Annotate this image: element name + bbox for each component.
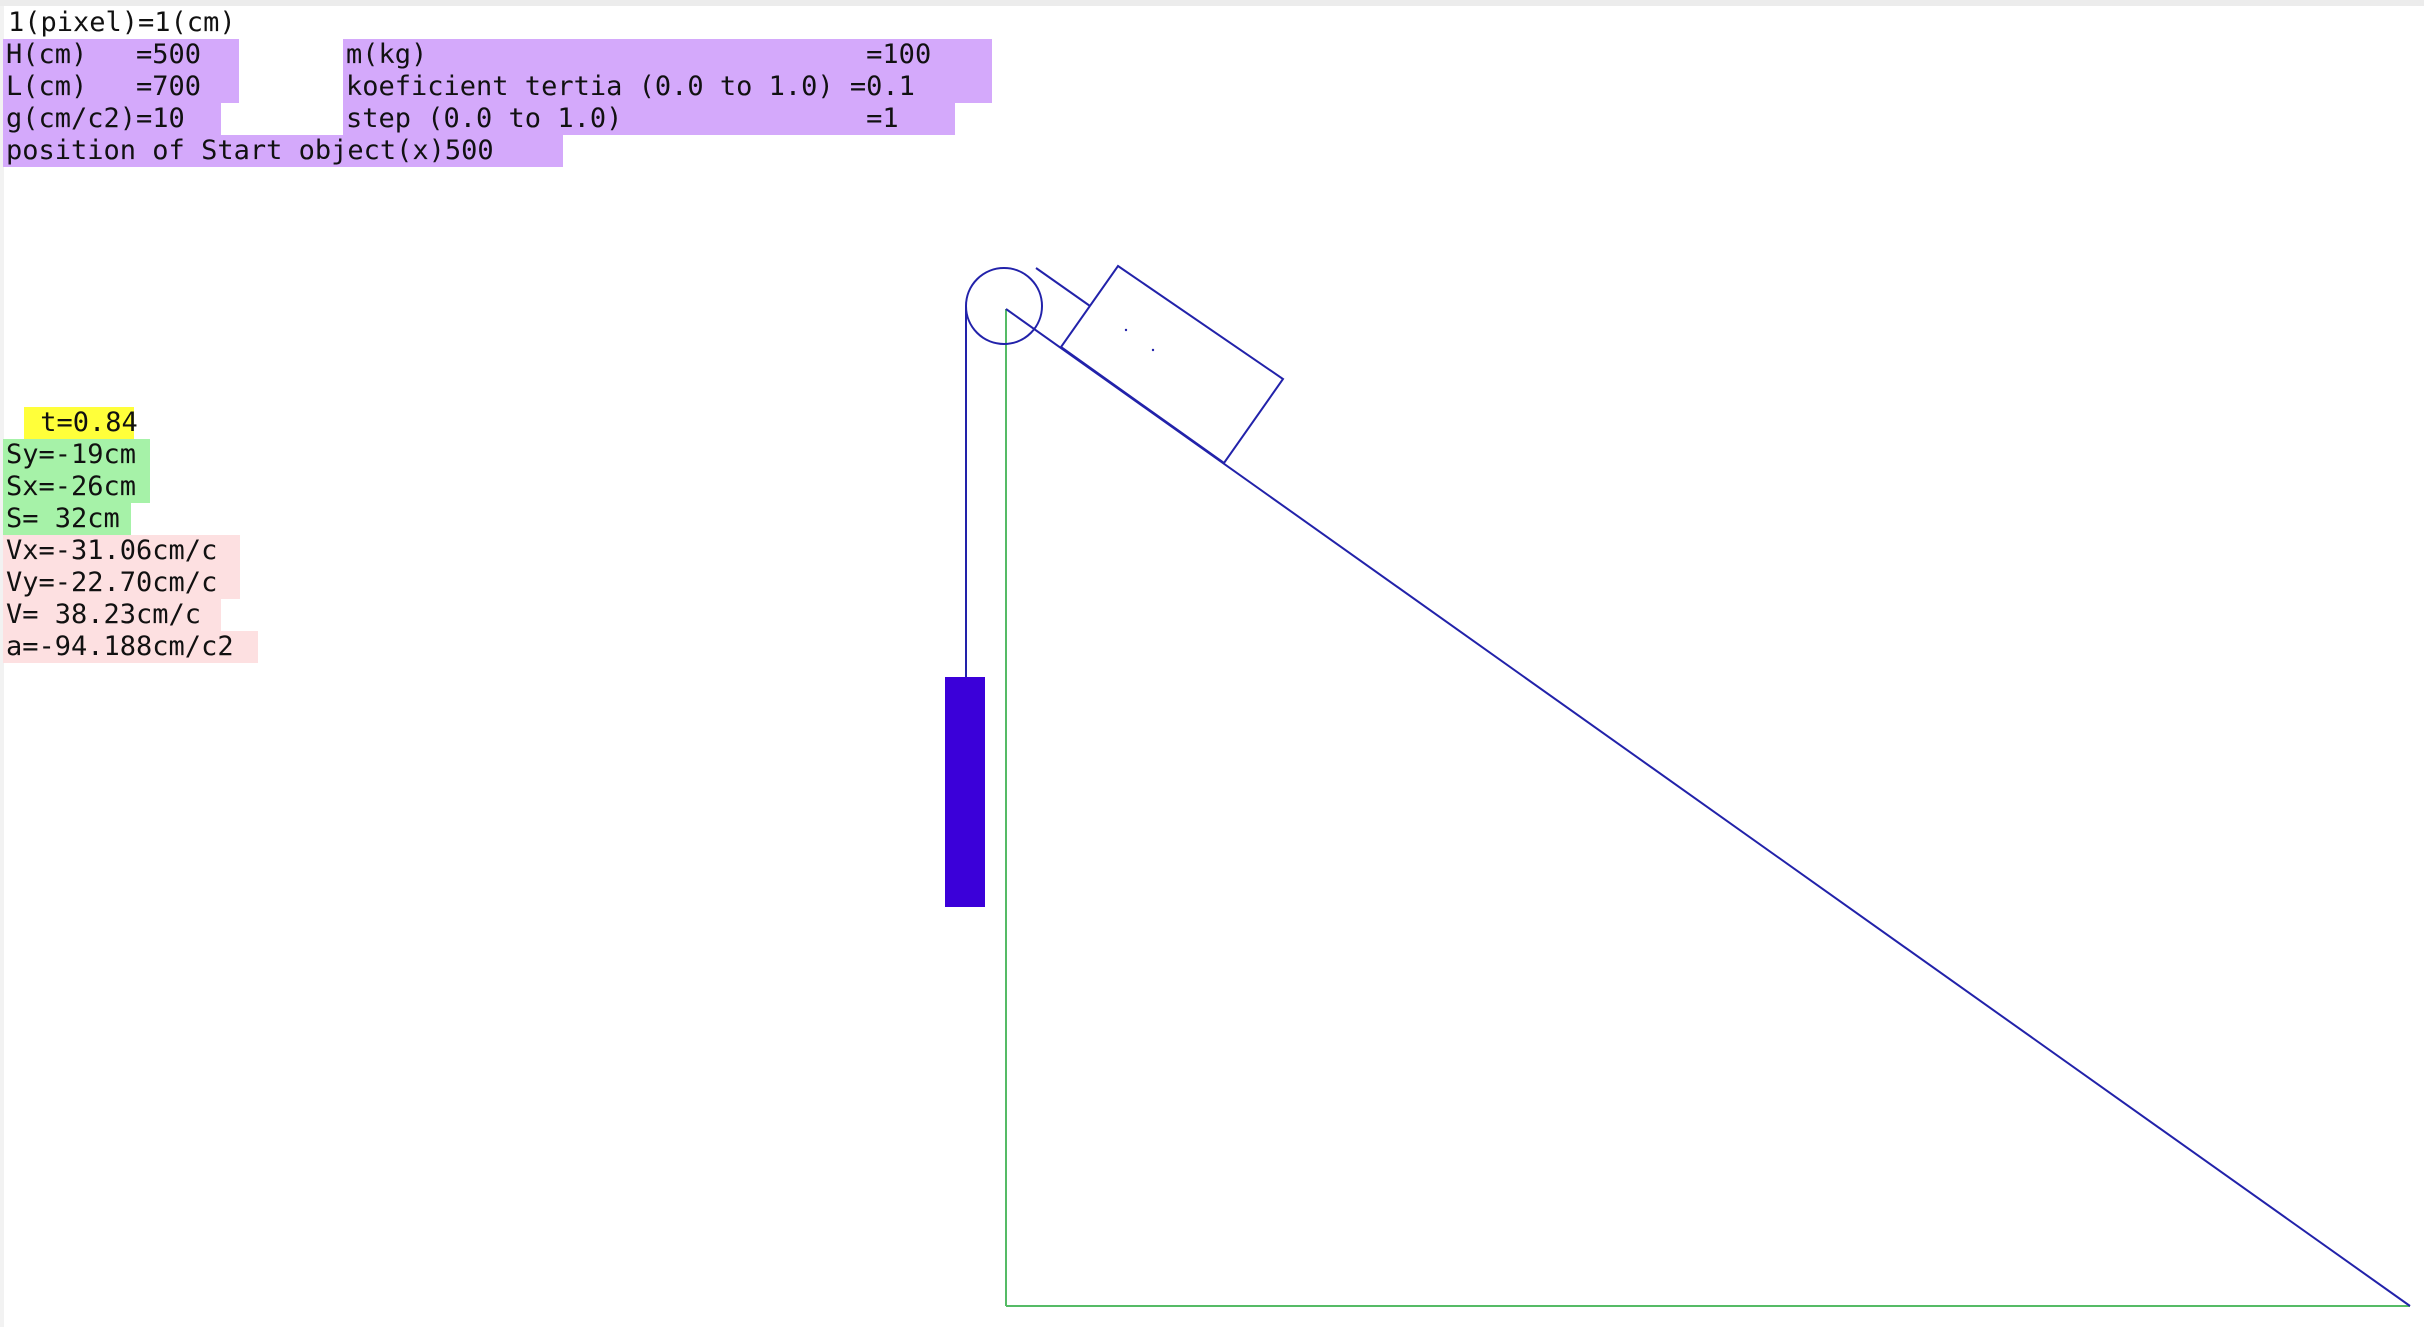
block-center-marker bbox=[1151, 348, 1155, 352]
block-center-marker bbox=[1124, 328, 1128, 332]
incline-rope bbox=[1035, 267, 1091, 307]
pulley-wheel bbox=[965, 267, 1043, 345]
simulation-canvas bbox=[945, 264, 2411, 1307]
hanging-mass bbox=[945, 677, 985, 907]
sliding-block bbox=[1059, 264, 1285, 465]
